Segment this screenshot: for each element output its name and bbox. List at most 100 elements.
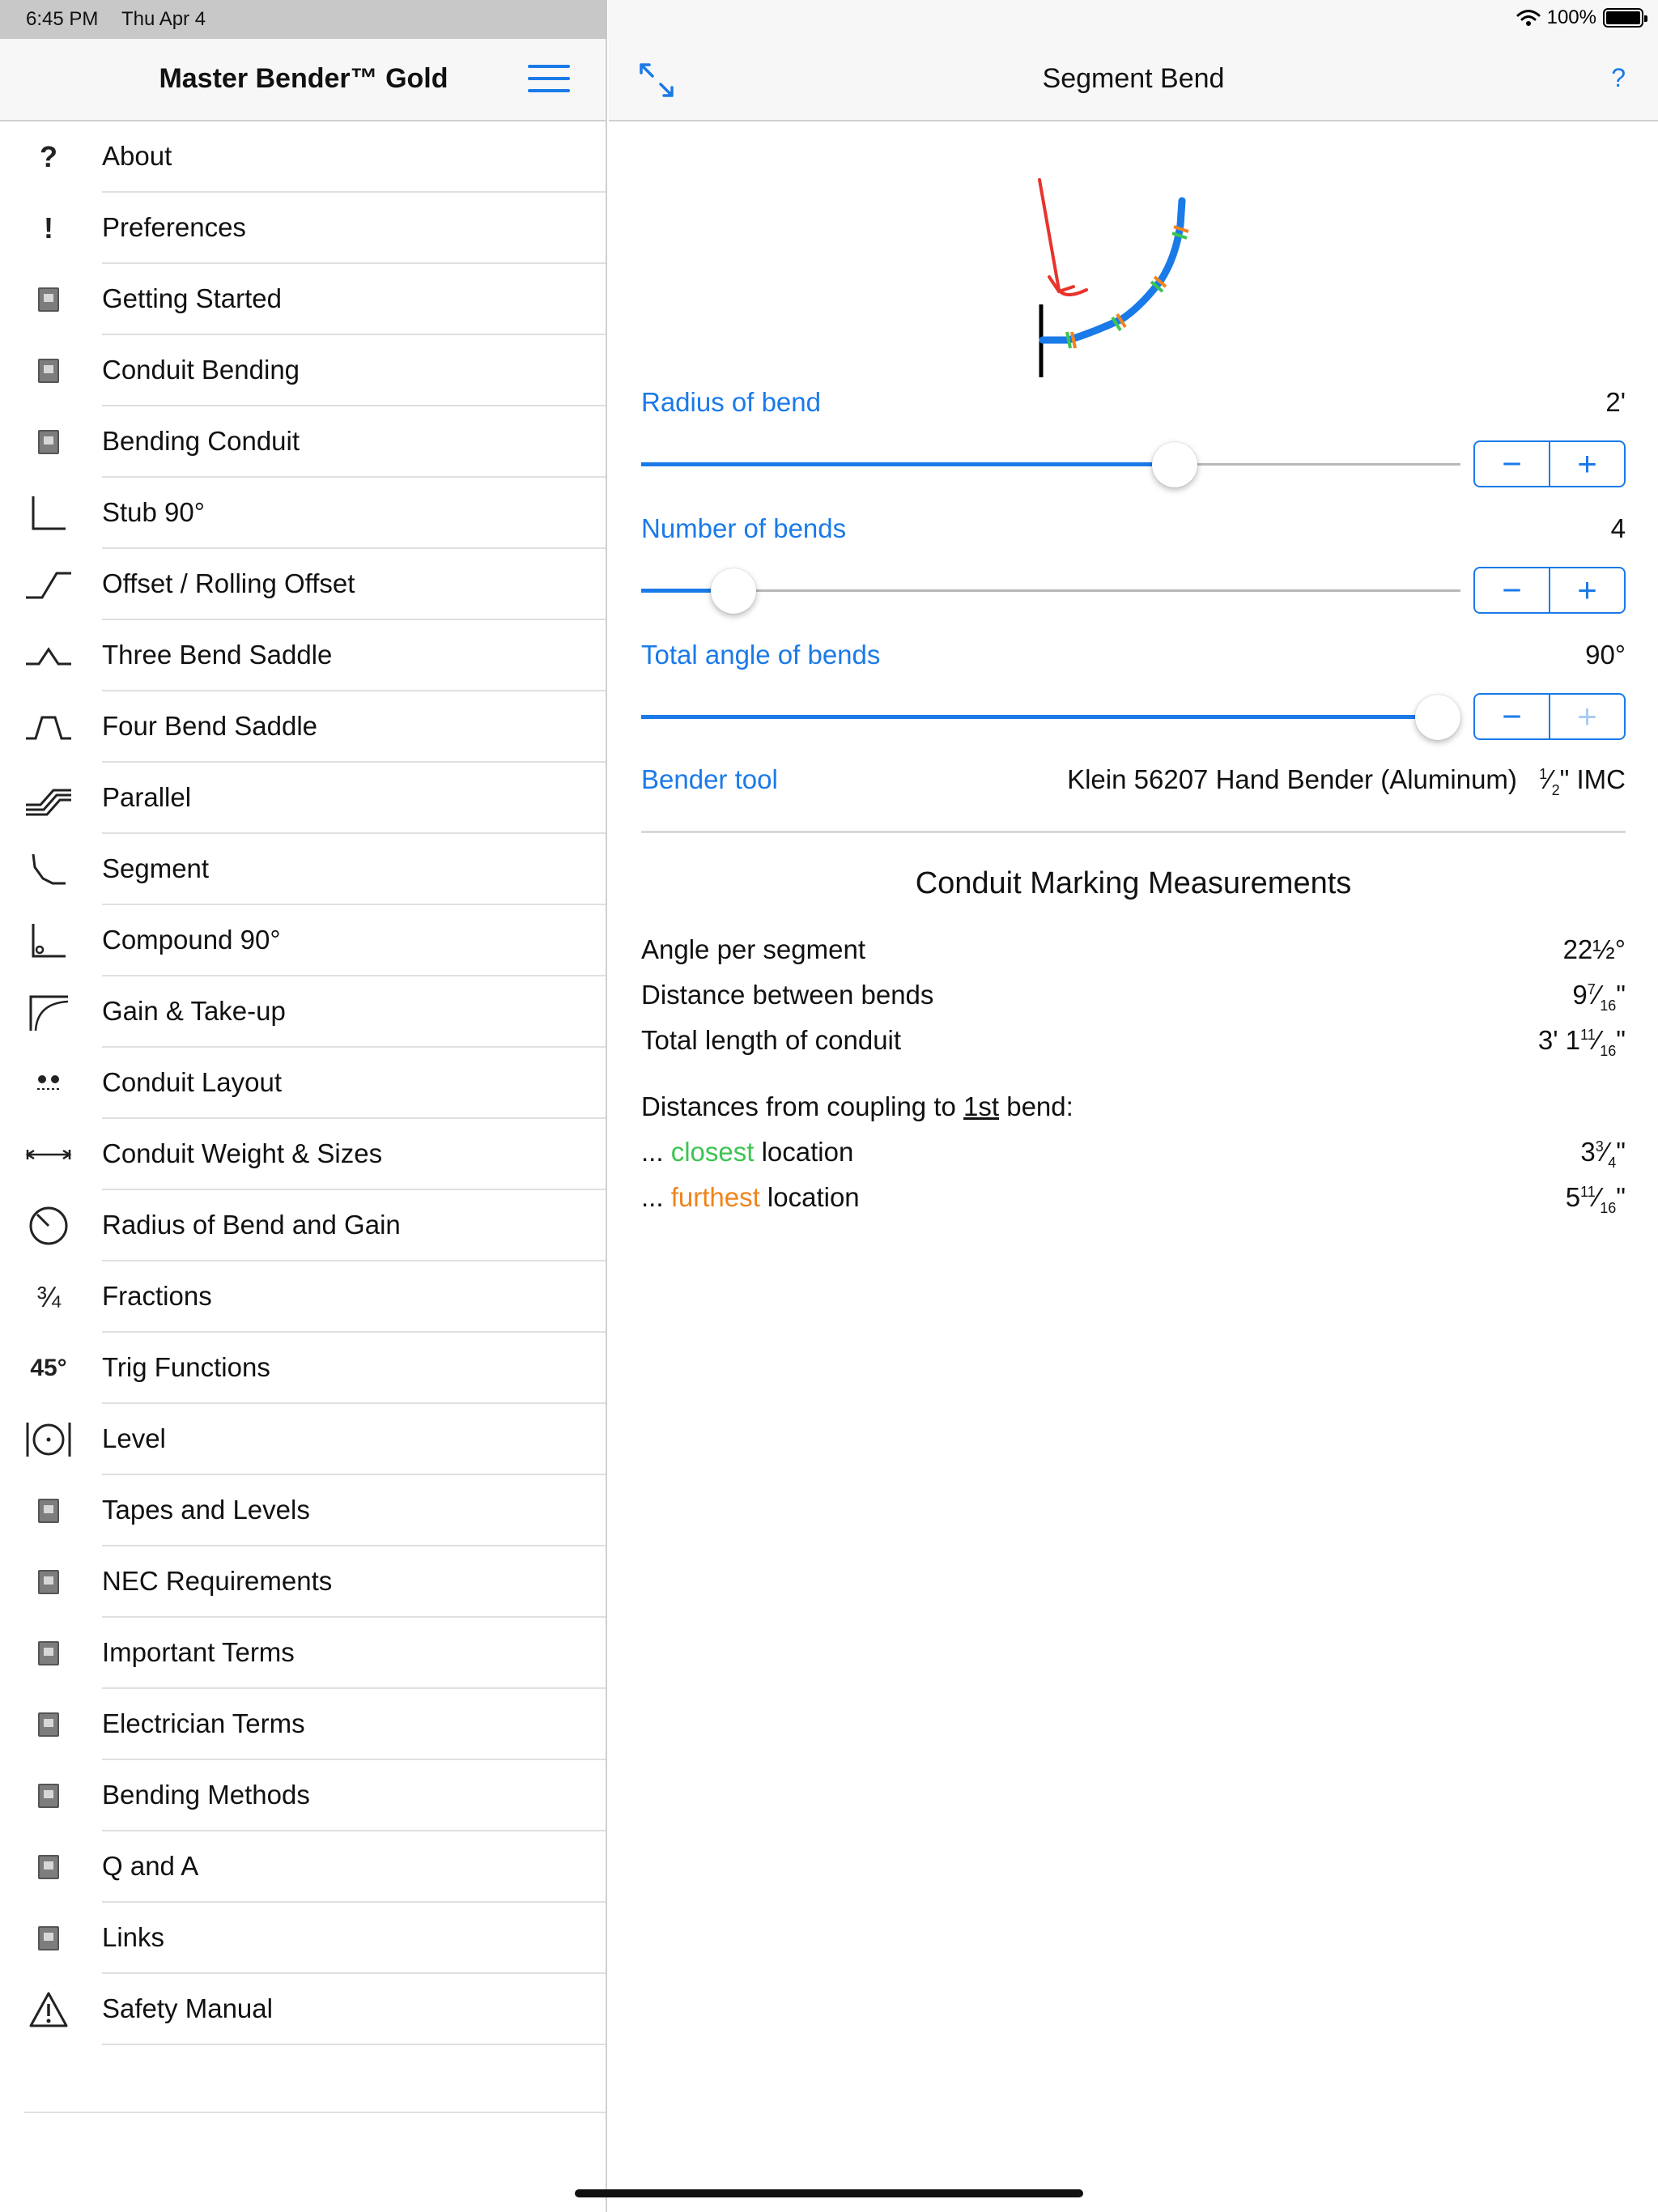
sidebar: Master Bender™ Gold ? About! Preferences Ge…: [0, 39, 607, 2212]
segment-bend-diagram: [1038, 178, 1189, 377]
bends-decrement-button[interactable]: −: [1475, 568, 1549, 612]
red-arrowhead: [1048, 275, 1075, 294]
empty-row-divider: [24, 2112, 606, 2113]
status-indicators: 100%: [1516, 6, 1647, 29]
bends-slider-thumb[interactable]: [711, 568, 757, 614]
radius-slider-thumb[interactable]: [1151, 442, 1197, 487]
sidebar-item-label: Links: [102, 1922, 165, 1952]
radius-increment-button[interactable]: +: [1549, 442, 1624, 486]
battery-percent: 100%: [1546, 6, 1596, 28]
sidebar-item-trig-functions[interactable]: 45° Trig Functions: [0, 1333, 606, 1404]
app-title: Master Bender™ Gold: [159, 63, 449, 94]
bends-increment-button[interactable]: +: [1549, 568, 1624, 612]
sidebar-item-label: Electrician Terms: [102, 1708, 305, 1738]
main-panel: Segment Bend ? Radius of bend 2' − + Num…: [609, 39, 1658, 2212]
fraction-icon: ¾: [36, 1280, 62, 1313]
sidebar-item-bending-methods[interactable]: Bending Methods: [0, 1760, 606, 1831]
gain-takeup-icon: [23, 989, 74, 1035]
coupling-heading: Distances from coupling to 1st bend:: [641, 1091, 1073, 1121]
sidebar-item-q-and-a[interactable]: Q and A: [0, 1831, 606, 1903]
bend-marks: [1065, 225, 1189, 349]
sidebar-item-label: Getting Started: [102, 283, 282, 313]
book-icon: [23, 277, 74, 322]
bends-slider[interactable]: [641, 567, 1460, 615]
sidebar-item-conduit-layout[interactable]: Conduit Layout: [0, 1048, 606, 1119]
bends-stepper[interactable]: − +: [1473, 567, 1626, 614]
book-icon: [23, 1773, 74, 1819]
status-time: 6:45 PM: [26, 8, 99, 30]
bender-size-suffix: " IMC: [1559, 764, 1626, 794]
angle-label: Total angle of bends: [641, 640, 881, 670]
angle-increment-button[interactable]: +: [1549, 695, 1624, 738]
radius-slider[interactable]: [641, 440, 1460, 489]
sidebar-item-label: Compound 90°: [102, 925, 281, 955]
hamburger-menu-icon[interactable]: [528, 65, 570, 94]
sidebar-item-electrician-terms[interactable]: Electrician Terms: [0, 1689, 606, 1760]
sidebar-item-three-bend-saddle[interactable]: Three Bend Saddle: [0, 620, 606, 691]
help-button[interactable]: ?: [1611, 63, 1626, 93]
angle-slider-thumb[interactable]: [1415, 695, 1460, 740]
radius-gauge-icon: [23, 1203, 74, 1249]
book-icon: [23, 1488, 74, 1534]
bends-value: 4: [1610, 513, 1626, 543]
sidebar-item-fractions[interactable]: ¾ Fractions: [0, 1261, 606, 1333]
angle-slider[interactable]: [641, 693, 1460, 742]
battery-icon: [1603, 8, 1647, 28]
sidebar-item-stub-90[interactable]: Stub 90°: [0, 478, 606, 549]
page-title: Segment Bend: [1042, 63, 1225, 94]
book-icon: [23, 419, 74, 465]
sidebar-item-label: Q and A: [102, 1851, 199, 1881]
sidebar-item-four-bend-saddle[interactable]: Four Bend Saddle: [0, 691, 606, 763]
section-divider: [641, 831, 1626, 833]
bender-tool-value[interactable]: Klein 56207 Hand Bender (Aluminum) 1⁄2" …: [1067, 764, 1626, 799]
sidebar-item-bending-conduit[interactable]: Bending Conduit: [0, 406, 606, 478]
sidebar-item-label: Fractions: [102, 1281, 212, 1311]
radius-value: 2': [1605, 387, 1626, 417]
angle-value: 90°: [1585, 640, 1626, 670]
sidebar-item-label: Conduit Bending: [102, 355, 300, 385]
angle-decrement-button[interactable]: −: [1475, 695, 1549, 738]
conduit-layout-icon: [23, 1061, 74, 1106]
red-arrow: [1038, 178, 1088, 296]
sidebar-item-offset-rolling-offset[interactable]: Offset / Rolling Offset: [0, 549, 606, 620]
sidebar-item-segment[interactable]: Segment: [0, 834, 606, 905]
sidebar-item-level[interactable]: Level: [0, 1404, 606, 1475]
sidebar-item-gain-take-up[interactable]: Gain & Take-up: [0, 976, 606, 1048]
book-icon: [23, 348, 74, 393]
sidebar-item-conduit-bending[interactable]: Conduit Bending: [0, 335, 606, 406]
sidebar-item-parallel[interactable]: Parallel: [0, 763, 606, 834]
sidebar-item-links[interactable]: Links: [0, 1903, 606, 1974]
status-date: Thu Apr 4: [121, 8, 206, 30]
weight-sizes-icon: [23, 1132, 74, 1177]
bender-tool-label[interactable]: Bender tool: [641, 764, 778, 795]
sidebar-item-radius-of-bend-and-gain[interactable]: Radius of Bend and Gain: [0, 1190, 606, 1261]
radius-stepper[interactable]: − +: [1473, 440, 1626, 487]
sidebar-item-label: Radius of Bend and Gain: [102, 1210, 401, 1240]
sidebar-item-label: Level: [102, 1423, 166, 1453]
sidebar-item-compound-90[interactable]: Compound 90°: [0, 905, 606, 976]
sidebar-item-about[interactable]: ? About: [0, 121, 606, 193]
sidebar-item-conduit-weight-sizes[interactable]: Conduit Weight & Sizes: [0, 1119, 606, 1190]
radius-label: Radius of bend: [641, 387, 821, 417]
sidebar-item-preferences[interactable]: ! Preferences: [0, 193, 606, 264]
sidebar-item-label: Three Bend Saddle: [102, 640, 333, 670]
sidebar-item-tapes-and-levels[interactable]: Tapes and Levels: [0, 1475, 606, 1546]
distance-between-label: Distance between bends: [641, 980, 934, 1010]
sidebar-item-label: Conduit Layout: [102, 1067, 282, 1097]
three-bend-saddle-icon: [23, 633, 74, 678]
sidebar-item-important-terms[interactable]: Important Terms: [0, 1618, 606, 1689]
angle-stepper[interactable]: − +: [1473, 693, 1626, 740]
sidebar-item-getting-started[interactable]: Getting Started: [0, 264, 606, 335]
exclamation-icon: !: [44, 211, 53, 245]
sidebar-item-label: Conduit Weight & Sizes: [102, 1138, 383, 1168]
trig-icon: 45°: [30, 1355, 67, 1381]
four-bend-saddle-icon: [23, 704, 74, 750]
sidebar-item-label: Stub 90°: [102, 497, 205, 527]
angle-per-segment-value: 22½°: [1562, 934, 1626, 964]
status-bar-left: 6:45 PM Thu Apr 4: [0, 0, 607, 39]
radius-decrement-button[interactable]: −: [1475, 442, 1549, 486]
sidebar-item-nec-requirements[interactable]: NEC Requirements: [0, 1546, 606, 1618]
sidebar-item-label: Bending Conduit: [102, 426, 300, 456]
sidebar-item-label: Segment: [102, 853, 210, 883]
sidebar-item-safety-manual[interactable]: Safety Manual: [0, 1974, 606, 2045]
